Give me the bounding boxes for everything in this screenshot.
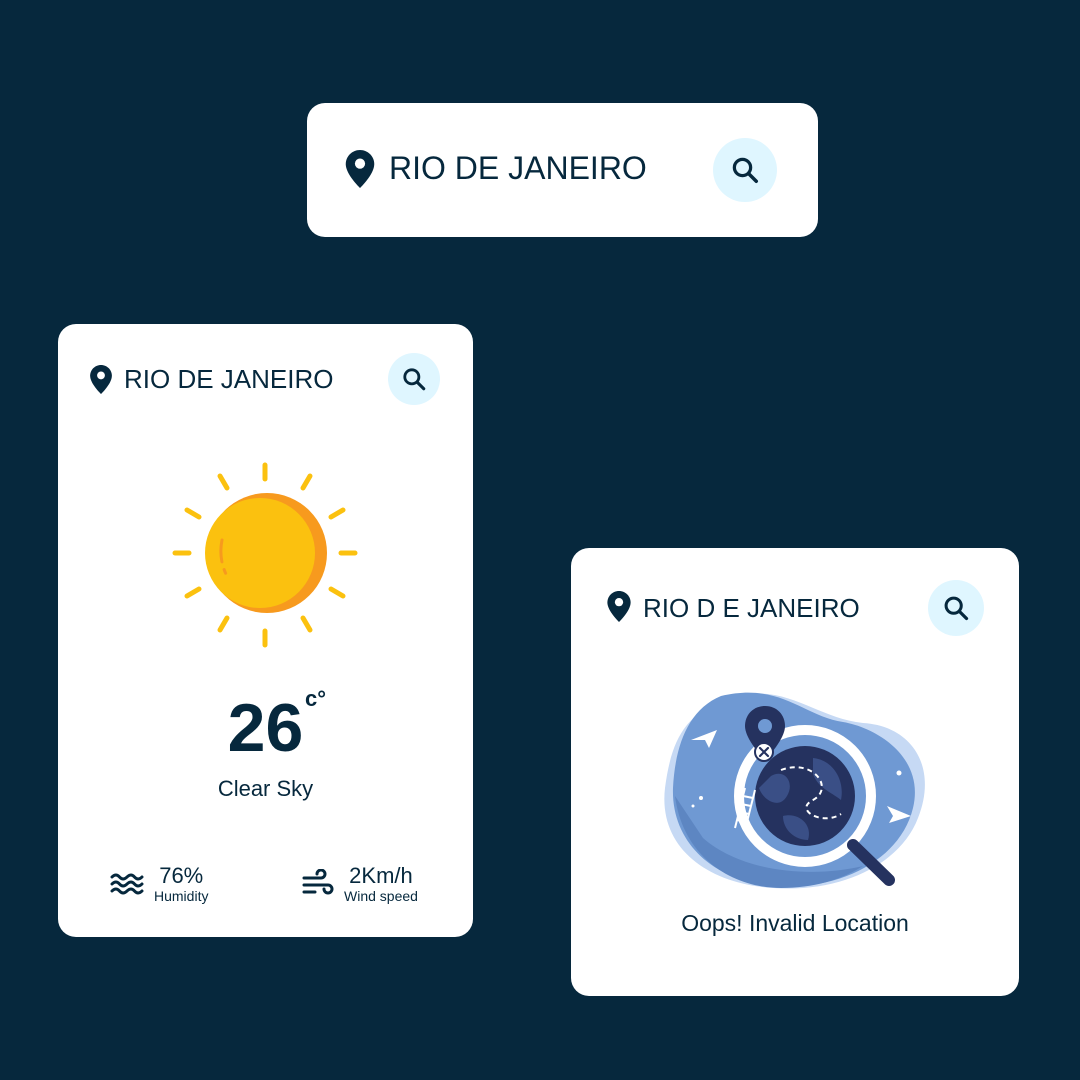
location-pin-icon <box>607 591 631 622</box>
sun-icon <box>172 462 358 648</box>
search-button[interactable] <box>388 353 440 405</box>
error-message: Oops! Invalid Location <box>681 910 909 936</box>
humidity-label: Humidity <box>154 888 209 904</box>
location-pin-icon <box>345 150 375 188</box>
search-icon <box>732 157 758 183</box>
humidity-icon <box>110 873 144 895</box>
search-button[interactable] <box>713 138 777 202</box>
wind-stat: 2Km/h Wind speed <box>302 864 418 904</box>
search-icon <box>944 596 969 621</box>
temperature-unit: c° <box>305 686 327 711</box>
temperature-value: 26 <box>227 690 304 766</box>
wind-value: 2Km/h <box>349 863 413 888</box>
location-input[interactable]: RIO D E JANEIRO <box>643 593 860 624</box>
wind-icon <box>302 869 334 895</box>
location-pin-icon <box>90 365 112 394</box>
search-input[interactable]: RIO DE JANEIRO <box>389 150 647 187</box>
weather-card: RIO DE JANEIRO 26 c° Clear Sky 76% Humid… <box>58 324 473 937</box>
search-icon <box>403 368 426 391</box>
weather-condition: Clear Sky <box>217 776 314 801</box>
top-search-bar[interactable]: RIO DE JANEIRO <box>307 103 818 237</box>
humidity-stat: 76% Humidity <box>110 864 208 904</box>
wind-label: Wind speed <box>344 888 418 904</box>
invalid-location-illustration <box>664 692 925 889</box>
location-input[interactable]: RIO DE JANEIRO <box>124 364 333 395</box>
invalid-location-card: RIO D E JANEIRO Oops! Invalid Location <box>571 548 1019 996</box>
search-button[interactable] <box>928 580 984 636</box>
humidity-value: 76% <box>159 863 204 888</box>
